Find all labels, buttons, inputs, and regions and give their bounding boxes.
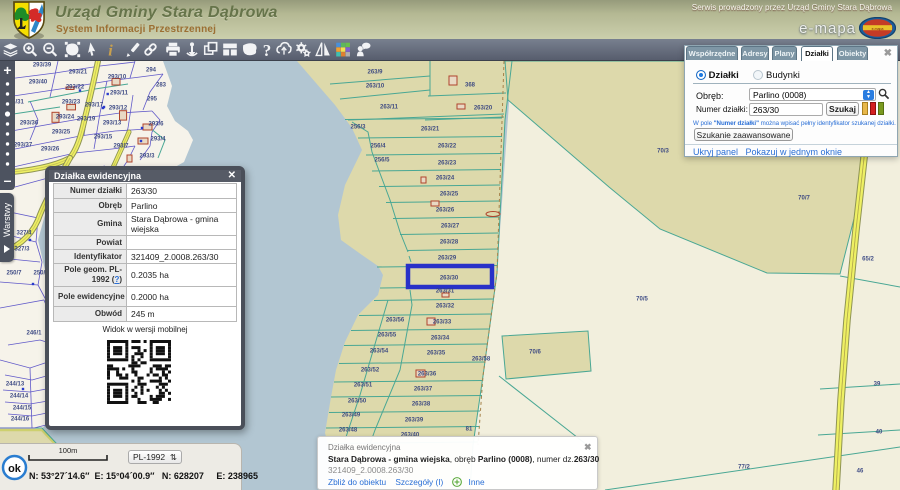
svg-text:263/11: 263/11: [380, 105, 399, 111]
svg-text:263/30: 263/30: [440, 276, 459, 282]
svg-text:263/26: 263/26: [436, 208, 455, 214]
svg-text:e-mapa: e-mapa: [872, 27, 884, 31]
svg-text:263/31: 263/31: [436, 289, 455, 295]
svg-text:256/4: 256/4: [370, 144, 386, 150]
svg-text:263/21: 263/21: [421, 127, 440, 133]
svg-text:263/54: 263/54: [370, 349, 389, 355]
svg-text:263/55: 263/55: [378, 333, 397, 339]
svg-text:263/23: 263/23: [438, 161, 457, 167]
svg-text:70/6: 70/6: [529, 350, 541, 356]
svg-text:263/25: 263/25: [440, 192, 459, 198]
svg-text:293/19: 293/19: [77, 117, 96, 123]
svg-text:327/4: 327/4: [16, 231, 32, 237]
svg-text:293/40: 293/40: [29, 80, 48, 86]
svg-text:293/36: 293/36: [20, 121, 39, 127]
svg-text:263/52: 263/52: [361, 368, 380, 374]
svg-text:293/11: 293/11: [110, 91, 129, 97]
svg-text:70/7: 70/7: [798, 196, 810, 202]
svg-text:81: 81: [466, 427, 473, 433]
svg-text:293/10: 293/10: [108, 75, 127, 81]
svg-text:263/39: 263/39: [405, 418, 424, 424]
svg-text:293/4: 293/4: [150, 137, 166, 143]
svg-text:293/21: 293/21: [69, 70, 88, 76]
svg-text:?: ?: [263, 41, 272, 60]
svg-text:263/49: 263/49: [342, 413, 361, 419]
svg-text:263/51: 263/51: [354, 383, 373, 389]
svg-text:368: 368: [465, 83, 476, 89]
svg-text:263/50: 263/50: [348, 399, 367, 405]
svg-text:244/15: 244/15: [13, 406, 32, 412]
svg-text:327/3: 327/3: [14, 247, 30, 253]
svg-text:293/24: 293/24: [56, 115, 75, 121]
svg-text:263/27: 263/27: [441, 224, 460, 230]
svg-text:244/14: 244/14: [10, 394, 29, 400]
svg-text:293/39: 293/39: [33, 63, 52, 69]
svg-text:293/7: 293/7: [113, 144, 129, 150]
svg-text:263/28: 263/28: [440, 240, 459, 246]
svg-text:295: 295: [147, 97, 158, 103]
svg-text:263/36: 263/36: [418, 372, 437, 378]
svg-text:70/3: 70/3: [657, 149, 669, 155]
svg-text:293/37: 293/37: [14, 143, 33, 149]
svg-text:263/10: 263/10: [366, 84, 385, 90]
svg-text:39: 39: [874, 382, 881, 388]
svg-text:283: 283: [156, 83, 167, 89]
svg-text:250/7: 250/7: [6, 271, 22, 277]
svg-text:293/17: 293/17: [85, 103, 104, 109]
svg-text:263/32: 263/32: [436, 304, 455, 310]
svg-text:263/56: 263/56: [386, 318, 405, 324]
svg-text:70/5: 70/5: [636, 297, 648, 303]
svg-text:293/15: 293/15: [94, 135, 113, 141]
svg-text:65/2: 65/2: [862, 257, 874, 263]
svg-text:263/34: 263/34: [431, 336, 450, 342]
svg-text:263/9: 263/9: [367, 70, 383, 76]
svg-text:256/3: 256/3: [350, 125, 366, 131]
svg-text:293/3: 293/3: [139, 154, 155, 160]
svg-text:263/22: 263/22: [438, 144, 457, 150]
svg-text:263/29: 263/29: [438, 256, 457, 262]
svg-text:77/2: 77/2: [738, 465, 750, 471]
svg-text:293/26: 293/26: [41, 147, 60, 153]
svg-text:263/37: 263/37: [414, 387, 433, 393]
svg-text:293/6: 293/6: [148, 122, 164, 128]
svg-text:263/48: 263/48: [339, 428, 358, 434]
svg-text:293/25: 293/25: [52, 130, 71, 136]
svg-text:263/35: 263/35: [427, 351, 446, 357]
svg-text:293/23: 293/23: [62, 100, 81, 106]
svg-text:263/24: 263/24: [436, 176, 455, 182]
svg-text:294: 294: [146, 68, 157, 74]
svg-text:244/13: 244/13: [6, 382, 25, 388]
svg-text:293/13: 293/13: [103, 121, 122, 127]
svg-text:46: 46: [857, 469, 864, 475]
svg-text:256/5: 256/5: [374, 158, 390, 164]
svg-text:246/1: 246/1: [26, 331, 42, 337]
svg-text:40: 40: [876, 430, 883, 436]
svg-text:i: i: [108, 42, 113, 59]
svg-text:263/58: 263/58: [472, 357, 491, 363]
svg-text:263/38: 263/38: [412, 402, 431, 408]
svg-text:263/20: 263/20: [474, 106, 493, 112]
svg-text:293/12: 293/12: [109, 106, 128, 112]
svg-text:293/22: 293/22: [66, 85, 85, 91]
svg-text:ok: ok: [8, 463, 22, 475]
svg-text:263/33: 263/33: [433, 320, 452, 326]
svg-text:244/16: 244/16: [11, 417, 30, 423]
